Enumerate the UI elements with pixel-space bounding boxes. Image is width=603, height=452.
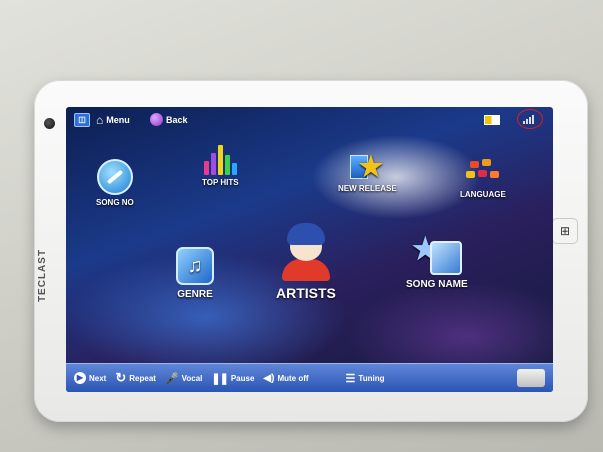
next-label: Next xyxy=(89,373,107,383)
equalizer-icon: ☰ xyxy=(345,372,356,385)
tile-label-top-hits: TOP HITS xyxy=(202,178,239,187)
speaker-icon: ◀) xyxy=(263,372,275,384)
battery-icon xyxy=(484,115,500,125)
vocal-label: Vocal xyxy=(181,373,203,383)
tile-artists[interactable]: ARTISTS xyxy=(276,223,336,301)
tile-label-new-release: NEW RELEASE xyxy=(338,184,397,193)
pause-icon: ❚❚ xyxy=(211,372,228,385)
brand-label: TECLAST xyxy=(37,248,49,303)
window-icon: ◫ xyxy=(74,113,90,127)
vocal-button[interactable]: 🎤 Vocal xyxy=(165,372,202,385)
repeat-icon: ↻ xyxy=(115,370,127,385)
tile-genre[interactable]: ♫ GENRE xyxy=(176,247,214,300)
song-name-icon: ★ xyxy=(412,235,462,275)
language-flags-icon xyxy=(465,159,500,187)
pause-label: Pause xyxy=(230,373,255,383)
tile-label-song-name: SONG NAME xyxy=(406,279,468,290)
back-icon xyxy=(150,113,163,126)
karaoke-screen: ◫ ⌂ Menu Back SONG NO TOP HITS ★ NEW REL… xyxy=(66,107,553,392)
grid-icon: ⊞ xyxy=(559,224,571,238)
home-icon: ⌂ xyxy=(96,113,104,127)
new-release-icon: ★ xyxy=(350,151,384,181)
mute-label: Mute off xyxy=(277,373,309,383)
tile-language[interactable]: LANGUAGE xyxy=(460,159,506,199)
no-entry-disc-icon xyxy=(96,159,133,195)
tile-new-release[interactable]: ★ NEW RELEASE xyxy=(338,151,397,194)
repeat-label: Repeat xyxy=(129,373,156,383)
back-button[interactable]: Back xyxy=(150,113,188,126)
mute-button[interactable]: ◀) Mute off xyxy=(263,373,308,384)
playback-bar: ▶ Next ↻ Repeat 🎤 Vocal ❚❚ Pause ◀) Mute… xyxy=(66,363,553,392)
menu-label: Menu xyxy=(106,115,130,125)
tuning-button[interactable]: ☰ Tuning xyxy=(346,372,385,385)
window-button[interactable]: ◫ xyxy=(74,113,90,127)
signal-icon xyxy=(523,115,534,124)
music-note-icon: ♫ xyxy=(176,247,214,285)
tuning-label: Tuning xyxy=(358,373,385,383)
pause-button[interactable]: ❚❚ Pause xyxy=(211,372,254,385)
camera-icon xyxy=(44,118,55,129)
next-icon: ▶ xyxy=(74,372,86,384)
menu-button[interactable]: ⌂ Menu xyxy=(96,113,130,127)
top-bar: ◫ ⌂ Menu Back xyxy=(66,107,553,133)
tile-label-artists: ARTISTS xyxy=(276,285,336,301)
signal-highlight-circle xyxy=(517,109,543,129)
microphone-icon: 🎤 xyxy=(164,372,179,385)
home-button[interactable]: ⊞ xyxy=(552,218,578,244)
tile-song-no[interactable]: SONG NO xyxy=(96,159,134,207)
tablet-device: TECLAST ⊞ ◫ ⌂ Menu Back SONG NO TOP HITS… xyxy=(34,80,588,422)
bar-chart-icon xyxy=(203,145,237,175)
next-button[interactable]: ▶ Next xyxy=(74,372,106,384)
accompaniment-button[interactable] xyxy=(517,369,545,387)
artist-avatar-icon xyxy=(279,223,333,281)
tile-label-song-no: SONG NO xyxy=(96,198,134,207)
tile-song-name[interactable]: ★ SONG NAME xyxy=(406,235,468,291)
repeat-button[interactable]: ↻ Repeat xyxy=(115,370,156,386)
tile-label-language: LANGUAGE xyxy=(460,190,506,199)
tile-label-genre: GENRE xyxy=(177,289,213,300)
back-label: Back xyxy=(166,114,188,125)
tile-top-hits[interactable]: TOP HITS xyxy=(202,145,239,187)
